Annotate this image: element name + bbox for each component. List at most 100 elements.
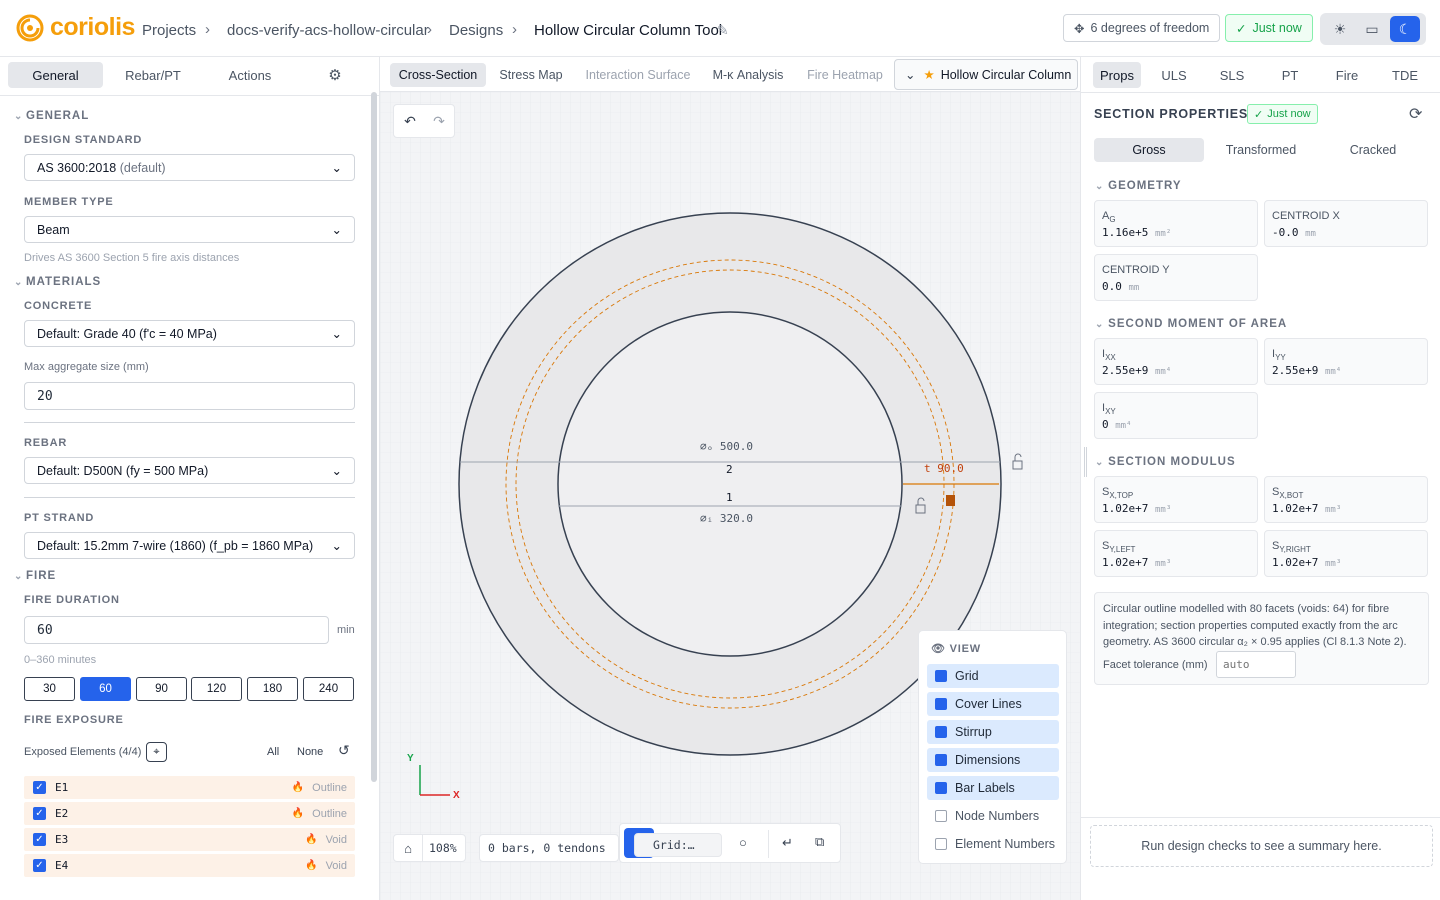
checkbox[interactable]: ✓	[33, 781, 46, 794]
duration-90-button[interactable]: 90	[136, 677, 187, 701]
chevron-down-icon: ⌄	[331, 327, 342, 341]
chevron-down-icon: ⌄	[331, 539, 342, 553]
tab-m-k-analysis[interactable]: M-κ Analysis	[707, 63, 789, 87]
list-item[interactable]: ✓ E2 🔥 Outline	[24, 802, 355, 825]
design-standard-select[interactable]: AS 3600:2018 (default) ⌄	[24, 154, 355, 181]
exposed-elements-label: Exposed Elements (4/4)	[24, 746, 142, 758]
view-toggle-stirrup[interactable]: Stirrup	[927, 720, 1059, 744]
select-all-button[interactable]: All	[267, 746, 279, 758]
list-item[interactable]: ✓ E1 🔥 Outline	[24, 776, 355, 799]
eye-icon: 👁	[931, 643, 946, 655]
chevron-down-icon: ⌄	[331, 223, 342, 237]
moon-icon[interactable]: ☾	[1390, 16, 1420, 42]
checkbox[interactable]: ✓	[33, 833, 46, 846]
duration-180-button[interactable]: 180	[247, 677, 298, 701]
tab-rebar-pt[interactable]: Rebar/PT	[110, 62, 196, 88]
dim-outer-diameter: ⌀ₒ 500.0	[700, 440, 753, 453]
checkbox[interactable]	[935, 698, 947, 710]
duration-30-button[interactable]: 30	[24, 677, 75, 701]
redo-icon[interactable]: ↷	[428, 110, 450, 132]
gear-icon[interactable]: ⚙	[320, 62, 350, 88]
aggregate-input[interactable]: 20	[24, 382, 355, 410]
list-item[interactable]: ✓ E3 🔥 Void	[24, 828, 355, 851]
fire-duration-input[interactable]: 60	[24, 616, 329, 644]
section-geometry[interactable]: ⌄ GEOMETRY	[1095, 180, 1182, 192]
enter-icon[interactable]: ↵	[782, 835, 793, 851]
resize-handle[interactable]	[1084, 447, 1087, 477]
breadcrumb-project[interactable]: docs-verify-acs-hollow-circular	[227, 22, 429, 39]
view-toggle-dimensions[interactable]: Dimensions	[927, 748, 1059, 772]
duration-60-button[interactable]: 60	[80, 677, 131, 701]
axis-x-label: X	[453, 790, 460, 801]
checkbox[interactable]: ✓	[33, 807, 46, 820]
view-toggle-node-numbers[interactable]: Node Numbers	[927, 804, 1059, 828]
select-none-button[interactable]: None	[297, 746, 323, 758]
checkbox[interactable]	[935, 754, 947, 766]
tab-uls[interactable]: ULS	[1154, 62, 1194, 88]
undo-redo-toolbar: ↶ ↷	[393, 104, 455, 138]
tab-fire[interactable]: Fire	[1327, 62, 1367, 88]
pencil-icon[interactable]: ✎	[717, 22, 729, 39]
design-summary-placeholder: Run design checks to see a summary here.	[1090, 825, 1433, 867]
pick-elements-icon[interactable]: ⌖	[146, 742, 167, 762]
checkbox[interactable]	[935, 838, 947, 850]
canvas-area: Cross-Section Stress Map Interaction Sur…	[380, 57, 1080, 900]
member-type-select[interactable]: Beam ⌄	[24, 216, 355, 243]
checkbox[interactable]	[935, 670, 947, 682]
view-toggle-bar-labels[interactable]: Bar Labels	[927, 776, 1059, 800]
view-toggle-cover-lines[interactable]: Cover Lines	[927, 692, 1059, 716]
design-selector[interactable]: ⌄ ★ Hollow Circular Column	[894, 59, 1078, 90]
section-second-moment[interactable]: ⌄ SECOND MOMENT OF AREA	[1095, 318, 1287, 330]
fit-view-icon[interactable]: ⧉	[815, 834, 824, 850]
prop-card-ag: AG 1.16e+5 mm²	[1094, 200, 1258, 247]
rebar-select[interactable]: Default: D500N (fy = 500 MPa) ⌄	[24, 457, 355, 484]
tab-pt[interactable]: PT	[1271, 62, 1309, 88]
facet-tolerance-input[interactable]	[1216, 651, 1296, 678]
fire-duration-label: FIRE DURATION	[24, 594, 120, 606]
tab-fire-heatmap[interactable]: Fire Heatmap	[801, 63, 889, 87]
section-general[interactable]: ⌄ GENERAL	[14, 110, 89, 122]
checkbox[interactable]: ✓	[33, 859, 46, 872]
scrollbar[interactable]	[371, 92, 377, 782]
reset-icon[interactable]: ↺	[338, 742, 350, 759]
section-modulus[interactable]: ⌄ SECTION MODULUS	[1095, 456, 1236, 468]
circle-tool-icon[interactable]: ○	[739, 835, 747, 850]
dof-button[interactable]: ✥ 6 degrees of freedom	[1063, 14, 1221, 42]
checkbox[interactable]	[935, 726, 947, 738]
view-toggle-grid[interactable]: Grid	[927, 664, 1059, 688]
home-icon[interactable]: ⌂	[394, 841, 422, 856]
duration-120-button[interactable]: 120	[191, 677, 242, 701]
refresh-icon[interactable]: ⟳	[1409, 104, 1422, 124]
logo-text[interactable]: coriolis	[50, 13, 135, 42]
concrete-label: CONCRETE	[24, 300, 93, 312]
tab-tde[interactable]: TDE	[1385, 62, 1425, 88]
tab-interaction-surface[interactable]: Interaction Surface	[583, 63, 693, 87]
tab-cross-section[interactable]: Cross-Section	[390, 63, 486, 87]
breadcrumb-projects[interactable]: Projects	[142, 22, 196, 39]
section-materials[interactable]: ⌄ MATERIALS	[14, 276, 101, 288]
concrete-select[interactable]: Default: Grade 40 (f'c = 40 MPa) ⌄	[24, 320, 355, 347]
tab-sls[interactable]: SLS	[1211, 62, 1253, 88]
grid-snap-select[interactable]: Grid:…	[634, 833, 722, 857]
saved-status-button[interactable]: ✓ Just now	[1225, 14, 1313, 42]
undo-icon[interactable]: ↶	[399, 110, 421, 132]
view-toggle-element-numbers[interactable]: Element Numbers	[927, 832, 1059, 856]
checkbox[interactable]	[935, 810, 947, 822]
prop-card-centroid-x: CENTROID X -0.0 mm	[1264, 200, 1428, 247]
pt-strand-select[interactable]: Default: 15.2mm 7-wire (1860) (f_pb = 18…	[24, 532, 355, 559]
sun-icon[interactable]: ☀	[1325, 16, 1355, 42]
subtab-cracked[interactable]: Cracked	[1318, 138, 1428, 162]
tab-general[interactable]: General	[8, 62, 103, 88]
tab-props[interactable]: Props	[1093, 62, 1141, 88]
list-item[interactable]: ✓ E4 🔥 Void	[24, 854, 355, 877]
coriolis-logo-icon[interactable]	[16, 14, 44, 42]
checkbox[interactable]	[935, 782, 947, 794]
subtab-transformed[interactable]: Transformed	[1206, 138, 1316, 162]
monitor-icon[interactable]: ▭	[1357, 16, 1387, 42]
tab-actions[interactable]: Actions	[205, 62, 295, 88]
subtab-gross[interactable]: Gross	[1094, 138, 1204, 162]
duration-240-button[interactable]: 240	[303, 677, 354, 701]
breadcrumb-designs[interactable]: Designs	[449, 22, 503, 39]
tab-stress-map[interactable]: Stress Map	[493, 63, 569, 87]
section-fire[interactable]: ⌄ FIRE	[14, 570, 56, 582]
